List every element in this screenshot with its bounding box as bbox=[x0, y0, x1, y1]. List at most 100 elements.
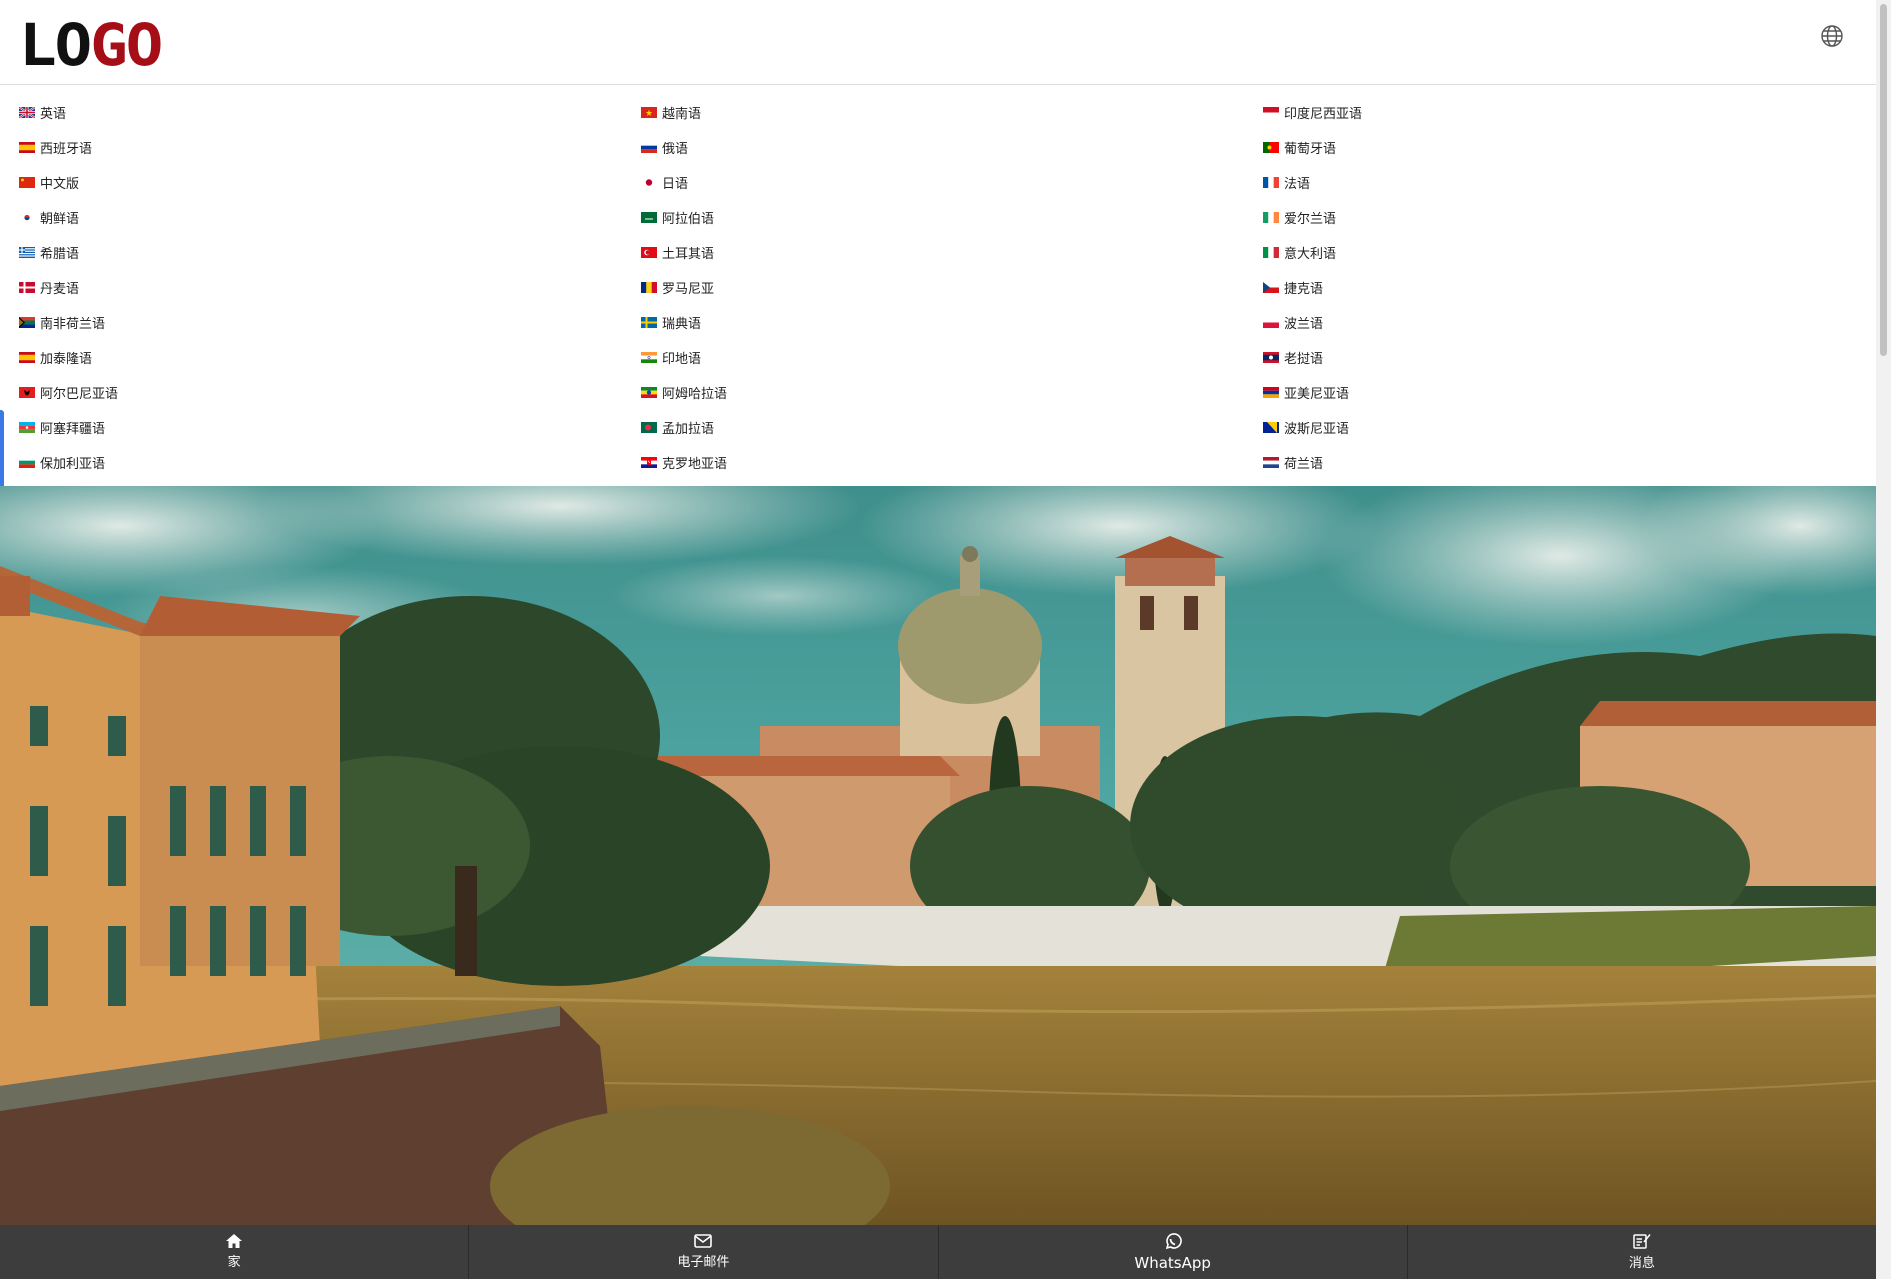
language-option[interactable]: 日语 bbox=[641, 165, 1263, 200]
flag-et-icon bbox=[641, 387, 657, 398]
language-label: 孟加拉语 bbox=[662, 422, 715, 437]
language-label: 俄语 bbox=[662, 142, 689, 157]
logo-text-red: GO bbox=[90, 11, 163, 79]
flag-jp-icon bbox=[641, 177, 657, 188]
flag-hr-icon bbox=[641, 457, 657, 468]
hero-image bbox=[0, 486, 1876, 1225]
language-option[interactable]: 波兰语 bbox=[1263, 305, 1863, 340]
language-option[interactable]: 葡萄牙语 bbox=[1263, 130, 1863, 165]
language-label: 加泰隆语 bbox=[40, 352, 93, 367]
language-label: 越南语 bbox=[662, 107, 702, 122]
language-option[interactable]: 捷克语 bbox=[1263, 270, 1863, 305]
bottom-nav: 家 电子邮件 WhatsApp 消息 bbox=[0, 1225, 1876, 1279]
language-option[interactable]: 土耳其语 bbox=[641, 235, 1263, 270]
flag-cn-icon bbox=[19, 177, 35, 188]
language-option[interactable]: 印地语 bbox=[641, 340, 1263, 375]
language-label: 荷兰语 bbox=[1284, 457, 1324, 472]
language-option[interactable]: 印度尼西亚语 bbox=[1263, 95, 1863, 130]
flag-az-icon bbox=[19, 422, 35, 433]
scrollbar-thumb[interactable] bbox=[1880, 4, 1887, 356]
language-option[interactable]: 西班牙语 bbox=[19, 130, 641, 165]
flag-tr-icon bbox=[641, 247, 657, 258]
language-label: 波兰语 bbox=[1284, 317, 1324, 332]
language-option[interactable]: 英语 bbox=[18, 95, 641, 130]
language-option[interactable]: 丹麦语 bbox=[19, 270, 641, 305]
language-option[interactable]: 俄语 bbox=[641, 130, 1263, 165]
logo-text-dark: LO bbox=[19, 11, 92, 79]
language-option[interactable]: 法语 bbox=[1263, 165, 1863, 200]
language-option[interactable]: 克罗地亚语 bbox=[641, 445, 1263, 480]
language-option[interactable]: 南非荷兰语 bbox=[19, 305, 641, 340]
home-icon bbox=[226, 1234, 243, 1248]
language-option[interactable]: 阿拉伯语 bbox=[641, 200, 1263, 235]
nav-home[interactable]: 家 bbox=[0, 1225, 470, 1279]
nav-email[interactable]: 电子邮件 bbox=[469, 1225, 939, 1279]
flag-am-icon bbox=[1263, 387, 1279, 398]
flag-kr-icon bbox=[19, 212, 35, 223]
language-label: 法语 bbox=[1284, 177, 1311, 192]
language-option[interactable]: 阿塞拜疆语 bbox=[19, 410, 641, 445]
flag-ru-icon bbox=[641, 142, 657, 153]
flag-ro-icon bbox=[641, 282, 657, 293]
language-option[interactable]: 孟加拉语 bbox=[641, 410, 1263, 445]
nav-home-label: 家 bbox=[227, 1255, 241, 1270]
language-option[interactable]: 荷兰语 bbox=[1263, 445, 1863, 480]
globe-icon[interactable] bbox=[1820, 24, 1844, 48]
language-label: 阿拉伯语 bbox=[662, 212, 715, 227]
language-option[interactable]: 阿尔巴尼亚语 bbox=[19, 375, 641, 410]
language-option[interactable]: 希腊语 bbox=[19, 235, 641, 270]
language-label: 老挝语 bbox=[1284, 352, 1324, 367]
flag-fr-icon bbox=[1263, 177, 1279, 188]
whatsapp-icon bbox=[1165, 1232, 1182, 1249]
flag-vn-icon bbox=[641, 107, 657, 118]
language-label: 西班牙语 bbox=[40, 142, 93, 157]
flag-it-icon bbox=[1263, 247, 1279, 258]
language-option[interactable]: 保加利亚语 bbox=[19, 445, 641, 480]
page: LOGO 英语 越南语 印度尼西亚语西班牙语 俄语 葡萄牙语中文版 日语 法语朝鲜语 阿拉伯语… bbox=[0, 0, 1891, 1279]
flag-pl-icon bbox=[1263, 317, 1279, 328]
language-option[interactable]: 朝鲜语 bbox=[19, 200, 641, 235]
flag-nl-icon bbox=[1263, 457, 1279, 468]
message-edit-icon bbox=[1633, 1234, 1651, 1249]
language-label: 亚美尼亚语 bbox=[1284, 387, 1350, 402]
language-label: 捷克语 bbox=[1284, 282, 1324, 297]
nav-whatsapp[interactable]: WhatsApp bbox=[939, 1225, 1408, 1279]
language-label: 土耳其语 bbox=[662, 247, 715, 262]
flag-sa-icon bbox=[641, 212, 657, 223]
language-label: 阿姆哈拉语 bbox=[662, 387, 728, 402]
language-option[interactable]: 波斯尼亚语 bbox=[1263, 410, 1863, 445]
language-option[interactable]: 老挝语 bbox=[1263, 340, 1863, 375]
page-scrollbar[interactable] bbox=[1876, 0, 1891, 1279]
language-label: 葡萄牙语 bbox=[1284, 142, 1337, 157]
flag-bd-icon bbox=[641, 422, 657, 433]
flag-in-icon bbox=[641, 352, 657, 363]
language-label: 阿塞拜疆语 bbox=[40, 422, 106, 437]
language-option[interactable]: 罗马尼亚 bbox=[641, 270, 1263, 305]
language-option[interactable]: 爱尔兰语 bbox=[1263, 200, 1863, 235]
flag-es-icon bbox=[19, 352, 35, 363]
language-dropdown: 英语 越南语 印度尼西亚语西班牙语 俄语 葡萄牙语中文版 日语 法语朝鲜语 阿拉伯语 爱尔兰语希… bbox=[0, 84, 1876, 486]
nav-message[interactable]: 消息 bbox=[1408, 1225, 1876, 1279]
language-option[interactable]: 加泰隆语 bbox=[19, 340, 641, 375]
language-option[interactable]: 中文版 bbox=[19, 165, 641, 200]
language-label: 丹麦语 bbox=[40, 282, 80, 297]
language-label: 意大利语 bbox=[1284, 247, 1337, 262]
language-label: 阿尔巴尼亚语 bbox=[40, 387, 119, 402]
flag-dk-icon bbox=[19, 282, 35, 293]
language-label: 朝鲜语 bbox=[40, 212, 80, 227]
nav-message-label: 消息 bbox=[1628, 1256, 1655, 1271]
flag-uk-icon bbox=[18, 106, 36, 119]
site-logo[interactable]: LOGO bbox=[19, 16, 163, 74]
language-option[interactable]: 意大利语 bbox=[1263, 235, 1863, 270]
language-label: 希腊语 bbox=[40, 247, 80, 262]
flag-pt-icon bbox=[1263, 142, 1279, 153]
language-option[interactable]: 阿姆哈拉语 bbox=[641, 375, 1263, 410]
language-option[interactable]: 瑞典语 bbox=[641, 305, 1263, 340]
site-header: LOGO bbox=[0, 0, 1876, 84]
language-option[interactable]: 亚美尼亚语 bbox=[1263, 375, 1863, 410]
language-option[interactable]: 越南语 bbox=[641, 95, 1263, 130]
language-label: 日语 bbox=[662, 177, 689, 192]
flag-se-icon bbox=[641, 317, 657, 328]
nav-whatsapp-label: WhatsApp bbox=[1134, 1253, 1211, 1272]
nav-email-label: 电子邮件 bbox=[677, 1255, 730, 1270]
